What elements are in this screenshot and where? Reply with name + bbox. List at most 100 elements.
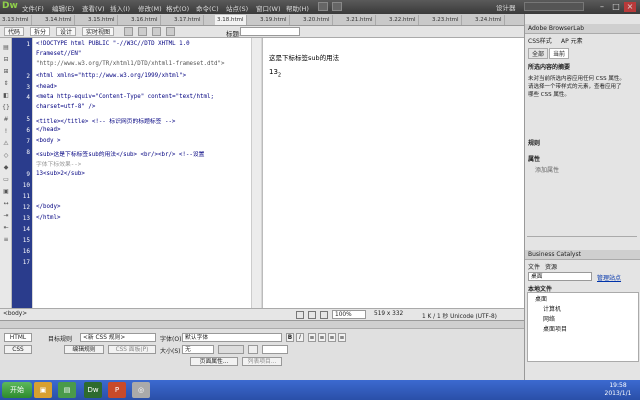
explorer-icon[interactable]: ▣ (34, 382, 52, 398)
workspace-switcher[interactable]: 设计器 (496, 2, 516, 12)
location-select[interactable]: 桌面 (528, 272, 592, 281)
color-picker-icon[interactable] (248, 345, 258, 354)
powerpoint-icon[interactable]: P (108, 382, 126, 398)
refresh-icon[interactable] (152, 27, 161, 36)
extend-icon[interactable] (332, 2, 342, 11)
window-size[interactable]: 519 x 332 (374, 311, 403, 317)
menu-modify[interactable]: 修改(M) (138, 3, 162, 13)
bold-button[interactable]: B (286, 333, 294, 342)
tab-3-19[interactable]: 3.19.html (258, 15, 290, 25)
title-input[interactable] (240, 27, 300, 36)
hand-tool-icon[interactable] (308, 311, 316, 319)
recent-snippets-icon[interactable]: ▣ (2, 188, 10, 196)
search-field[interactable] (524, 2, 584, 11)
page-properties-button[interactable]: 页面属性... (190, 357, 238, 366)
tab-3-21[interactable]: 3.21.html (344, 15, 376, 25)
collapse-tag-icon[interactable]: ⊟ (2, 56, 10, 64)
line-numbers-icon[interactable]: # (2, 116, 10, 124)
inspect-icon[interactable] (124, 27, 133, 36)
tab-3-24[interactable]: 3.24.html (473, 15, 505, 25)
list-item-button[interactable]: 列表项目... (242, 357, 282, 366)
properties-header[interactable] (0, 321, 524, 329)
globe-icon[interactable] (138, 27, 147, 36)
select-parent-icon[interactable]: ◧ (2, 92, 10, 100)
tree-item[interactable]: 网络 (543, 314, 555, 323)
open-documents-icon[interactable]: ▤ (2, 44, 10, 52)
all-mode-button[interactable]: 全部 (528, 48, 549, 59)
tree-item[interactable]: 桌面 (535, 294, 547, 303)
assets-tab[interactable]: 资源 (545, 262, 557, 271)
tab-3-22[interactable]: 3.22.html (387, 15, 419, 25)
manage-sites-link[interactable]: 管理站点 (597, 273, 621, 282)
menu-window[interactable]: 窗口(W) (256, 3, 281, 13)
zoom-tool-icon[interactable] (320, 311, 328, 319)
visual-aids-icon[interactable] (166, 27, 175, 36)
app-icon[interactable]: ◎ (132, 382, 150, 398)
folder-icon[interactable]: ▤ (58, 382, 76, 398)
zoom-select[interactable]: 100% (332, 310, 366, 319)
ap-elements-tab[interactable]: AP 元素 (561, 36, 583, 45)
move-css-icon[interactable]: ↔ (2, 200, 10, 208)
highlight-invalid-icon[interactable]: ! (2, 128, 10, 136)
split-view-button[interactable]: 拆分 (30, 27, 51, 36)
add-property-link[interactable]: 添加属性 (535, 165, 559, 174)
design-view-button[interactable]: 设计 (56, 27, 77, 36)
live-view-button[interactable]: 实时视图 (82, 27, 115, 36)
menu-file[interactable]: 文件(F) (22, 3, 44, 13)
indent-icon[interactable]: ⇥ (2, 212, 10, 220)
color-input[interactable] (262, 345, 288, 354)
tag-selector-body[interactable]: <body> (3, 311, 27, 317)
align-right-icon[interactable]: ≡ (328, 333, 336, 342)
size-select[interactable]: 无 (182, 345, 214, 354)
properties-section[interactable]: 属性 (528, 154, 540, 163)
rules-section[interactable]: 规则 (528, 138, 540, 147)
code-view-button[interactable]: 代码 (4, 27, 25, 36)
edit-rule-button[interactable]: 编辑规则 (64, 345, 104, 354)
format-source-icon[interactable]: ≡ (2, 236, 10, 244)
collapse-selection-icon[interactable]: ⊞ (2, 68, 10, 76)
dreamweaver-task-icon[interactable]: Dw (84, 382, 102, 398)
target-rule-select[interactable]: <新 CSS 规则> (80, 333, 156, 342)
tab-3-17[interactable]: 3.17.html (172, 15, 204, 25)
font-select[interactable]: 默认字体 (182, 333, 282, 342)
menu-help[interactable]: 帮助(H) (286, 3, 309, 13)
balance-braces-icon[interactable]: {} (2, 104, 10, 112)
css-mode-button[interactable]: CSS (4, 345, 32, 354)
outdent-icon[interactable]: ⇤ (2, 224, 10, 232)
tree-item[interactable]: 桌面项目 (543, 324, 567, 333)
tab-3-16[interactable]: 3.16.html (129, 15, 161, 25)
tab-3-18[interactable]: 3.18.html (215, 15, 247, 25)
syntax-error-icon[interactable]: ⚠ (2, 140, 10, 148)
tab-3-20[interactable]: 3.20.html (301, 15, 333, 25)
size-unit-select[interactable] (218, 345, 244, 354)
expand-all-icon[interactable]: ⇕ (2, 80, 10, 88)
minimize-icon[interactable]: – (596, 2, 608, 12)
menu-site[interactable]: 站点(S) (226, 3, 248, 13)
menu-edit[interactable]: 编辑(E) (52, 3, 74, 13)
browserlab-header[interactable]: Adobe BrowserLab (525, 24, 640, 34)
wrap-tag-icon[interactable]: ▭ (2, 176, 10, 184)
html-mode-button[interactable]: HTML (4, 333, 32, 342)
start-button[interactable]: 开始 (2, 382, 32, 398)
css-styles-tab[interactable]: CSS样式 (528, 36, 552, 45)
business-catalyst-header[interactable]: Business Catalyst (525, 250, 640, 260)
menu-format[interactable]: 格式(O) (166, 3, 189, 13)
apply-comment-icon[interactable]: ◇ (2, 152, 10, 160)
code-editor[interactable]: <!DOCTYPE html PUBLIC "-//W3C//DTD XHTML… (33, 38, 251, 308)
clock[interactable]: 19:58 2013/1/1 (598, 382, 638, 398)
code-scrollbar[interactable] (251, 38, 261, 308)
tab-3-13[interactable]: 3.13.html (0, 15, 32, 25)
maximize-icon[interactable]: □ (610, 2, 622, 12)
italic-button[interactable]: I (296, 333, 304, 342)
tab-3-15[interactable]: 3.15.html (86, 15, 118, 25)
tree-item[interactable]: 计算机 (543, 304, 561, 313)
tab-3-14[interactable]: 3.14.html (43, 15, 75, 25)
layout-icon[interactable] (318, 2, 328, 11)
align-center-icon[interactable]: ≡ (318, 333, 326, 342)
select-tool-icon[interactable] (296, 311, 304, 319)
menu-view[interactable]: 查看(V) (82, 3, 105, 13)
current-mode-button[interactable]: 当前 (549, 48, 570, 59)
css-panel-button[interactable]: CSS 面板(P) (108, 345, 156, 354)
files-tab[interactable]: 文件 (528, 262, 540, 271)
close-icon[interactable]: × (624, 2, 636, 12)
